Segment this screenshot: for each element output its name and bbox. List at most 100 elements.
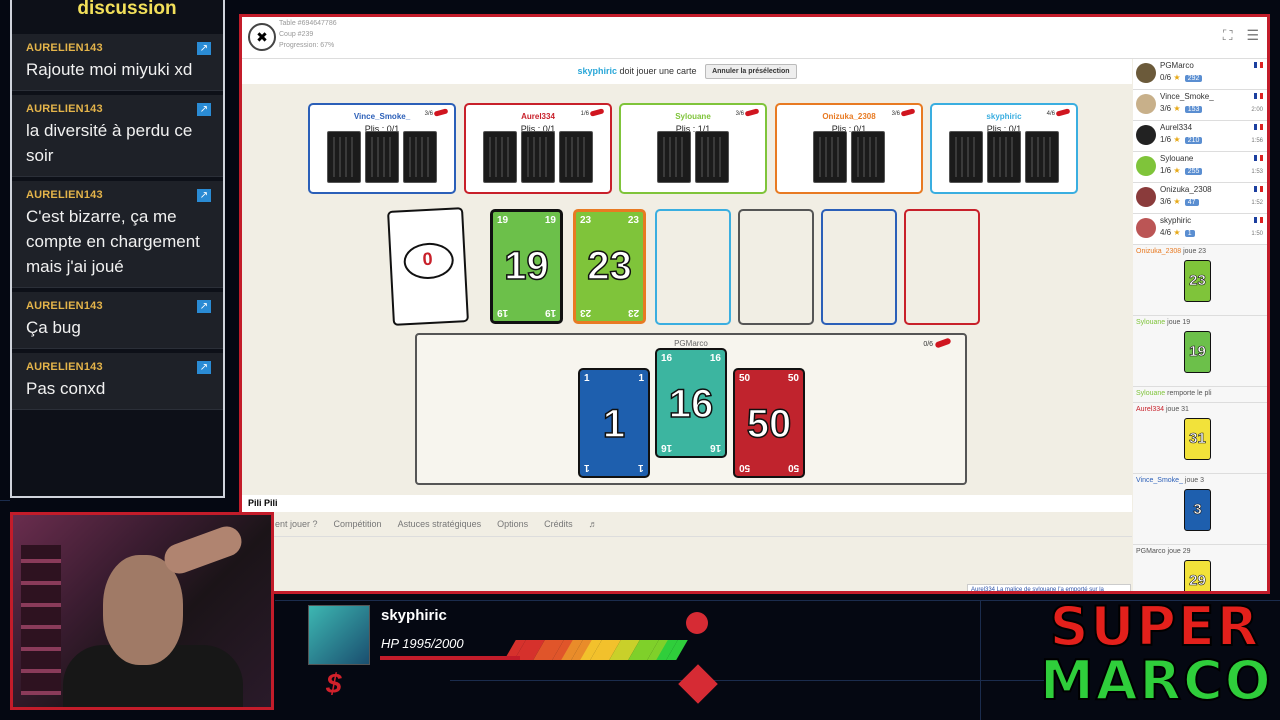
- menu-item[interactable]: ♬: [589, 519, 598, 529]
- ranking-name[interactable]: skyphiric: [1160, 216, 1191, 225]
- card-back: [851, 131, 885, 183]
- avatar: [1136, 125, 1156, 145]
- card-corner: 50: [787, 373, 799, 384]
- hand-card-16[interactable]: 16 16 16 16 16: [655, 348, 727, 458]
- log-entry: Sylouane remporte le pli: [1133, 387, 1267, 403]
- cancel-preselection-button[interactable]: Annuler la présélection: [705, 64, 797, 80]
- status-bar: skyphiric doit jouer une carte Annuler l…: [242, 59, 1132, 84]
- game-title: Pili Pili: [242, 495, 1132, 512]
- ranking-row[interactable]: Aurel334 1/6 ★ 210 1:56: [1133, 121, 1267, 152]
- card-corner: 16: [661, 353, 673, 364]
- log-player[interactable]: Vince_Smoke_: [1136, 477, 1183, 484]
- ranking-name[interactable]: Onizuka_2308: [1160, 185, 1212, 194]
- log-player[interactable]: Aurel334: [1136, 406, 1164, 413]
- log-action: joue 31: [1165, 406, 1189, 413]
- log-player[interactable]: Sylouane: [1136, 390, 1165, 397]
- ranking-row[interactable]: Onizuka_2308 3/6 ★ 47 1:52: [1133, 183, 1267, 214]
- chili-icon: [589, 108, 605, 117]
- chili-count: 3/6: [735, 111, 744, 117]
- player-box-skyphiric: skyphiric Plis : 0/1 4/6: [930, 103, 1078, 194]
- brand-logo: SUPER MARCO: [1039, 599, 1272, 715]
- chat-text: la diversité à perdu ce soir: [26, 121, 193, 165]
- chat-text: C'est bizarre, ça me compte en chargemen…: [26, 207, 200, 276]
- reply-icon[interactable]: ↗: [197, 361, 211, 374]
- card-back: [949, 131, 983, 183]
- log-action: remporte le pli: [1167, 390, 1212, 397]
- notification-toast[interactable]: Aurel334 La malice de sylouane l'a empor…: [967, 584, 1131, 591]
- chat-message: AURELIEN143 ↗ la diversité à perdu ce soir: [12, 95, 223, 177]
- log-player[interactable]: Sylouane: [1136, 319, 1165, 326]
- menu-item[interactable]: Compétition: [334, 519, 382, 529]
- game-window: ✖ Table #694647786 Coup #239 Progression…: [239, 14, 1270, 594]
- score-value: 1/6: [1160, 135, 1172, 144]
- ranking-row[interactable]: PGMarco 0/6 ★ 292: [1133, 59, 1267, 90]
- log-entry: Onizuka_2308 joue 23 23: [1133, 245, 1267, 316]
- chat-author[interactable]: AURELIEN143: [26, 103, 211, 115]
- chat-author[interactable]: AURELIEN143: [26, 361, 211, 373]
- flag-icon: [1254, 217, 1263, 225]
- chili-icon: [433, 108, 449, 117]
- chat-author[interactable]: AURELIEN143: [26, 189, 211, 201]
- chat-author[interactable]: AURELIEN143: [26, 42, 211, 54]
- reply-icon[interactable]: ↗: [197, 300, 211, 313]
- chat-text: Ça bug: [26, 318, 81, 337]
- player-hand: PGMarco 0/6 1 1 1 1 1 16 16 16 16 16 50 …: [415, 333, 967, 485]
- hand-owner: PGMarco: [674, 339, 708, 348]
- card-back: [1025, 131, 1059, 183]
- card-corner: 1: [584, 462, 590, 473]
- reply-icon[interactable]: ↗: [197, 103, 211, 116]
- card-corner: 50: [739, 462, 751, 473]
- log-player[interactable]: Onizuka_2308: [1136, 248, 1181, 255]
- ranking-name[interactable]: Vince_Smoke_: [1160, 92, 1214, 101]
- ranking-name[interactable]: PGMarco: [1160, 61, 1194, 70]
- reply-icon[interactable]: ↗: [197, 42, 211, 55]
- star-icon: ★: [1171, 228, 1183, 237]
- top-right-icons: ⛶ ☰: [1213, 27, 1259, 44]
- table-card-19: 19 19 19 19 19: [490, 209, 563, 324]
- chat-message: AURELIEN143 ↗ Pas conxd: [12, 353, 223, 410]
- menu-item[interactable]: Options: [497, 519, 528, 529]
- chili-icon: [900, 108, 916, 117]
- empty-slot-aurel: [904, 209, 980, 325]
- card-corner: 16: [709, 353, 721, 364]
- menu-item[interactable]: ent jouer ?: [275, 519, 318, 529]
- star-icon: ★: [1171, 73, 1183, 82]
- score-value: 3/6: [1160, 197, 1172, 206]
- ranking-row[interactable]: Sylouane 1/6 ★ 255 1:53: [1133, 152, 1267, 183]
- flag-icon: [1254, 124, 1263, 132]
- score-value: 1/6: [1160, 166, 1172, 175]
- site-logo[interactable]: ✖: [248, 23, 276, 51]
- menu-item[interactable]: Astuces stratégiques: [398, 519, 482, 529]
- hand-card-1[interactable]: 1 1 1 1 1: [578, 368, 650, 478]
- fullscreen-icon[interactable]: ⛶: [1223, 27, 1233, 43]
- flag-icon: [1254, 62, 1263, 70]
- ranking-name[interactable]: Sylouane: [1160, 154, 1193, 163]
- card-corner: 23: [627, 215, 639, 226]
- ranking-row[interactable]: Vince_Smoke_ 3/6 ★ 153 2:00: [1133, 90, 1267, 121]
- card-back: [559, 131, 593, 183]
- ranking-time: 1:56: [1251, 138, 1263, 144]
- log-card: 19: [1184, 331, 1211, 373]
- reply-icon[interactable]: ↗: [197, 189, 211, 202]
- chat-message: AURELIEN143 ↗ Ça bug: [12, 292, 223, 349]
- card-value: 19: [504, 243, 550, 289]
- status-player: skyphiric: [577, 66, 617, 76]
- card-corner: 50: [787, 462, 799, 473]
- ranking-score: 1/6 ★ 210: [1160, 135, 1203, 144]
- chat-message: AURELIEN143 ↗ C'est bizarre, ça me compte …: [12, 181, 223, 288]
- menu-icon[interactable]: ☰: [1246, 27, 1259, 43]
- ranking-score: 3/6 ★ 153: [1160, 104, 1203, 113]
- menu-item[interactable]: Crédits: [544, 519, 573, 529]
- diamond-icon: [678, 664, 718, 704]
- ranking-row[interactable]: skyphiric 4/6 ★ 1 1:50: [1133, 214, 1267, 245]
- log-player[interactable]: PGMarco: [1136, 548, 1166, 555]
- chat-author[interactable]: AURELIEN143: [26, 300, 211, 312]
- player-box-sylouane: Sylouane Plis : 1/1 3/6: [619, 103, 767, 194]
- ranking-name[interactable]: Aurel334: [1160, 123, 1192, 132]
- chat-text: Rajoute moi miyuki xd: [26, 60, 193, 79]
- hand-card-50[interactable]: 50 50 50 50 50: [733, 368, 805, 478]
- rank-badge: 47: [1184, 199, 1199, 206]
- avatar: [1136, 187, 1156, 207]
- avatar: [1136, 63, 1156, 83]
- score-value: 0/6: [1160, 73, 1172, 82]
